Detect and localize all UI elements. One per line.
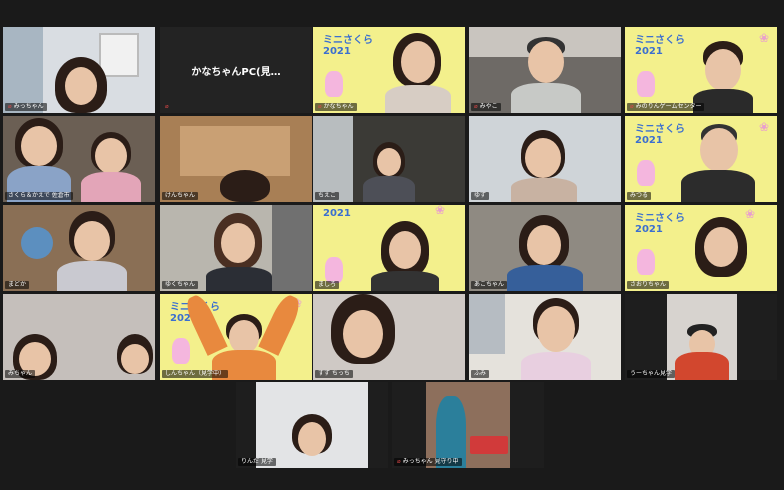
video-tile[interactable]: ⌀ みっちゃん	[3, 27, 155, 113]
rabbit-illustration	[637, 249, 655, 275]
participant-name: ましろ	[315, 281, 340, 289]
participant-avatar	[210, 162, 280, 202]
video-tile[interactable]: さくら＆かえで 佐倉市	[3, 116, 155, 202]
mic-muted-icon: ⌀	[474, 103, 478, 110]
zoom-gallery: { "poster": { "title_line1": "ミニさくら", "t…	[0, 0, 784, 490]
participant-name: すず ちっち	[315, 370, 353, 378]
video-tile[interactable]: ミニさくら 2021 ❀ さおりちゃん	[625, 205, 777, 291]
video-tile[interactable]: ふみ	[469, 294, 621, 380]
sakura-flower-icon: ❀	[758, 120, 769, 134]
participant-name: みつる	[627, 192, 652, 200]
video-tile[interactable]: ミニさくら 2021 ❀ ⌀ みのりんゲームセンター	[625, 27, 777, 113]
video-feed	[426, 382, 510, 468]
participant-avatar	[81, 116, 141, 202]
participant-avatar	[51, 27, 111, 113]
video-tile[interactable]: りんだ 見学	[236, 382, 388, 468]
video-tile[interactable]: ミニさくら2021 ❀ しんちゃん（見学中）	[160, 294, 312, 380]
video-tile[interactable]: ミニさくら 2021 ❀ みつる	[625, 116, 777, 202]
mic-muted-icon: ⌀	[630, 103, 634, 110]
participant-name: うーちゃん見学	[627, 370, 676, 378]
poster-title: ミニさくら2021	[635, 124, 685, 146]
video-tile[interactable]: ⌀ みやこ	[469, 27, 621, 113]
participant-avatar	[7, 116, 71, 202]
participant-name: りんだ 見学	[238, 458, 276, 466]
video-tile[interactable]: みちゃん	[3, 294, 155, 380]
video-tile[interactable]: ゆくちゃん	[160, 205, 312, 291]
participant-avatar	[687, 205, 755, 291]
participant-avatar	[521, 294, 591, 380]
background-window	[313, 116, 353, 202]
video-tile[interactable]: ミニさくら 2021 ⌀ かなちゃん	[313, 27, 465, 113]
participant-name: ⌀ みやこ	[471, 103, 501, 111]
mic-muted-icon: ⌀	[8, 103, 12, 110]
background-door	[272, 205, 312, 291]
mic-muted-icon: ⌀	[397, 458, 401, 465]
video-feed	[667, 294, 737, 380]
participant-avatar	[57, 205, 127, 291]
participant-name-large: かなちゃんPC(見…	[191, 66, 281, 78]
rabbit-illustration	[325, 257, 343, 283]
participant-name: ⌀ みっちゃん	[5, 103, 47, 111]
poster-title: ミニさくら2021	[323, 35, 373, 57]
participant-avatar	[369, 205, 441, 291]
participant-avatar	[204, 205, 274, 291]
participant-avatar	[511, 27, 581, 113]
mic-muted-icon: ⌀	[318, 103, 322, 110]
participant-name: みちゃん	[5, 370, 36, 378]
video-tile[interactable]: ⌀ みっちゃん 見守り中	[392, 382, 544, 468]
participant-avatar	[359, 132, 419, 202]
globe-object	[21, 227, 53, 259]
participant-name: しんちゃん（見学中）	[162, 370, 229, 378]
participant-name: あこちゃん	[471, 281, 508, 289]
background-window	[3, 27, 43, 113]
video-tile[interactable]: すず ちっち	[313, 294, 465, 380]
rabbit-illustration	[325, 71, 343, 97]
poster-title: 2021	[323, 208, 351, 219]
participant-name: けんちゃん	[162, 192, 199, 200]
participant-name: ふみ	[471, 370, 490, 378]
participant-avatar	[383, 27, 453, 113]
participant-avatar	[681, 116, 755, 202]
participant-name: さおりちゃん	[627, 281, 670, 289]
video-tile[interactable]: うーちゃん見学	[625, 294, 777, 380]
participant-name: ゆくちゃん	[162, 281, 199, 289]
participant-name: ちえこ	[315, 192, 340, 200]
video-tile[interactable]: ちえこ	[313, 116, 465, 202]
video-tile[interactable]: かなちゃんPC(見… ⌀	[160, 27, 312, 113]
participant-avatar	[323, 294, 403, 380]
participant-avatar	[115, 330, 155, 380]
poster-title: ミニさくら2021	[635, 35, 685, 57]
participant-avatar	[693, 27, 753, 113]
participant-avatar	[507, 205, 583, 291]
video-feed	[256, 382, 368, 468]
participant-name: ⌀ みっちゃん 見守り中	[394, 458, 462, 466]
rabbit-illustration	[637, 160, 655, 186]
mic-status: ⌀	[162, 103, 174, 111]
video-tile[interactable]: ゆず	[469, 116, 621, 202]
video-tile[interactable]: まどか	[3, 205, 155, 291]
mic-muted-icon: ⌀	[165, 103, 169, 110]
participant-name: さくら＆かえで 佐倉市	[5, 192, 73, 200]
participant-avatar	[509, 116, 579, 202]
rabbit-illustration	[637, 71, 655, 97]
video-tile[interactable]: けんちゃん	[160, 116, 312, 202]
participant-name: まどか	[5, 281, 30, 289]
participant-avatar	[182, 294, 304, 380]
video-tile[interactable]: 2021 ❀ ましろ	[313, 205, 465, 291]
video-tile[interactable]: あこちゃん	[469, 205, 621, 291]
sakura-flower-icon: ❀	[758, 31, 769, 45]
poster-title: ミニさくら2021	[635, 213, 685, 235]
participant-name: ゆず	[471, 192, 490, 200]
background-window	[469, 294, 505, 354]
participant-name: ⌀ かなちゃん	[315, 103, 357, 111]
participant-name: ⌀ みのりんゲームセンター	[627, 103, 705, 111]
